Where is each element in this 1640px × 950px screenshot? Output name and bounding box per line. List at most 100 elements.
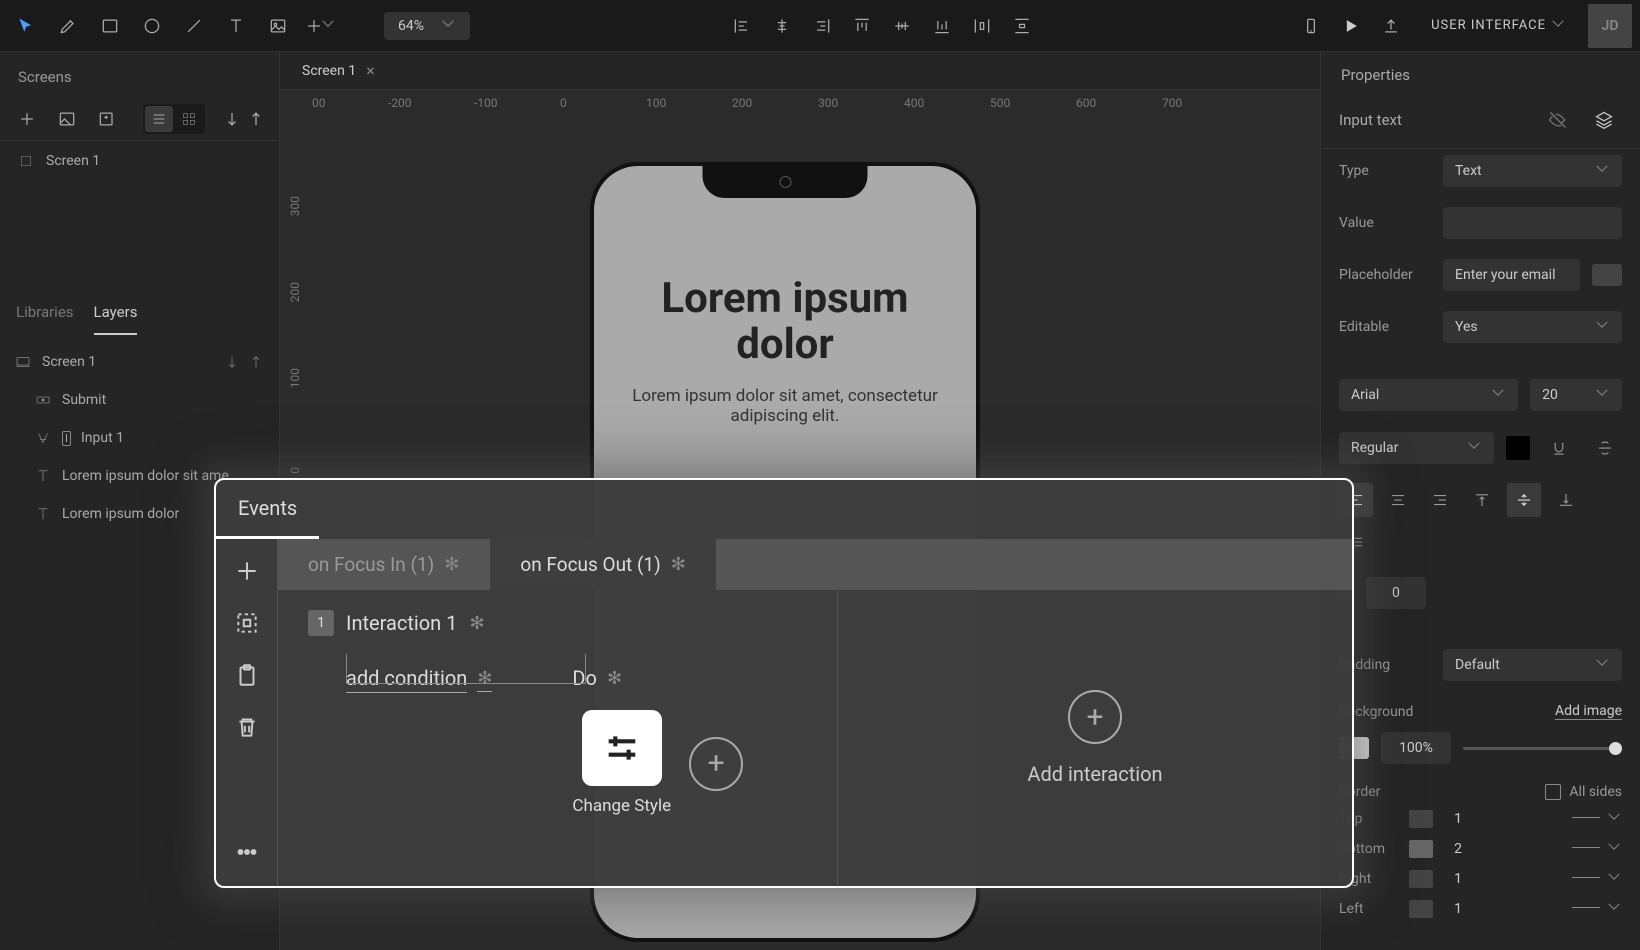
border-bottom-color[interactable] — [1409, 840, 1433, 858]
border-right-color[interactable] — [1409, 870, 1433, 888]
screens-toolbar — [0, 98, 279, 141]
border-left-color[interactable] — [1409, 900, 1433, 918]
preview-device[interactable] — [1293, 8, 1329, 44]
valign-bottom[interactable] — [1549, 483, 1583, 517]
add-interaction-column[interactable]: + Add interaction — [838, 590, 1352, 886]
gear-icon[interactable]: ✻ — [469, 613, 484, 634]
valign-top[interactable] — [1465, 483, 1499, 517]
padding-select[interactable]: Default — [1443, 649, 1622, 681]
move-down-button[interactable] — [221, 104, 243, 134]
halign-right[interactable] — [1423, 483, 1457, 517]
border-bottom-style[interactable] — [1572, 847, 1600, 857]
more-button[interactable] — [231, 836, 263, 868]
zoom-select[interactable]: 64% — [384, 12, 470, 40]
add-screen-button[interactable] — [12, 104, 42, 134]
align-vcenter[interactable] — [884, 8, 920, 44]
doc-tab-screen1[interactable]: Screen 1 × — [292, 57, 385, 84]
align-tools — [724, 8, 1040, 44]
trigger-tab-focus-out[interactable]: on Focus Out (1) ✻ — [490, 539, 717, 590]
user-avatar[interactable]: JD — [1588, 4, 1632, 48]
mock-body[interactable]: Lorem ipsum dolor sit amet, consectetur … — [624, 386, 946, 426]
all-sides-checkbox[interactable] — [1545, 784, 1561, 800]
image-tool[interactable] — [260, 8, 296, 44]
mock-heading[interactable]: Lorem ipsum dolor — [624, 276, 946, 368]
opacity-input[interactable]: 100% — [1381, 732, 1451, 764]
align-right[interactable] — [804, 8, 840, 44]
project-menu[interactable]: USER INTERFACE — [1431, 18, 1566, 33]
layer-input1[interactable]: I Input 1 — [0, 419, 279, 457]
pen-tool[interactable] — [50, 8, 86, 44]
list-view-button[interactable] — [145, 106, 173, 132]
tab-layers[interactable]: Layers — [94, 291, 138, 335]
border-right-width[interactable]: 1 — [1443, 871, 1473, 887]
strikethrough-button[interactable] — [1588, 431, 1622, 465]
gear-icon[interactable]: ✻ — [444, 554, 459, 575]
border-right-style[interactable] — [1572, 877, 1600, 887]
font-size-select[interactable]: 20 — [1530, 379, 1622, 411]
border-bottom-width[interactable]: 2 — [1443, 841, 1473, 857]
add-image-link[interactable]: Add image — [1555, 703, 1622, 720]
tab-libraries[interactable]: Libraries — [16, 291, 74, 335]
text-tool[interactable] — [218, 8, 254, 44]
action-card-label: Change Style — [572, 796, 671, 817]
border-top-color[interactable] — [1409, 810, 1433, 828]
events-sidebar — [216, 539, 278, 886]
add-action-button[interactable]: + — [689, 737, 743, 791]
border-left-style[interactable] — [1572, 907, 1600, 917]
gear-icon[interactable]: ✻ — [671, 554, 686, 575]
border-left-width[interactable]: 1 — [1443, 901, 1473, 917]
halign-center[interactable] — [1381, 483, 1415, 517]
type-select[interactable]: Text — [1443, 155, 1622, 187]
device-notch — [703, 166, 868, 198]
close-tab-icon[interactable]: × — [366, 61, 375, 80]
add-trigger-button[interactable] — [231, 555, 263, 587]
clipboard-button[interactable] — [231, 659, 263, 691]
play-button[interactable] — [1333, 8, 1369, 44]
view-toggle — [143, 104, 205, 134]
change-style-action[interactable] — [582, 710, 662, 786]
placeholder-color-chip[interactable] — [1592, 264, 1622, 286]
add-interaction-button[interactable]: + — [1068, 690, 1122, 744]
events-tab[interactable]: Events — [216, 480, 319, 539]
border-top-width[interactable]: 1 — [1443, 811, 1473, 827]
align-hcenter[interactable] — [764, 8, 800, 44]
visibility-icon[interactable] — [1540, 102, 1576, 138]
value-input[interactable] — [1443, 207, 1622, 239]
grid-view-button[interactable] — [175, 106, 203, 132]
properties-panel: Properties Input text Type Text Value Pl… — [1320, 52, 1640, 950]
distribute-h[interactable] — [964, 8, 1000, 44]
letter-spacing-input[interactable]: 0 — [1366, 577, 1426, 609]
align-top[interactable] — [844, 8, 880, 44]
font-family-select[interactable]: Arial — [1339, 379, 1518, 411]
placeholder-label: Placeholder — [1339, 267, 1431, 283]
delete-button[interactable] — [231, 711, 263, 743]
select-tool[interactable] — [8, 8, 44, 44]
gear-icon[interactable]: ✻ — [607, 668, 622, 689]
upload-button[interactable] — [1373, 8, 1409, 44]
rect-tool[interactable] — [92, 8, 128, 44]
select-elements-button[interactable] — [231, 607, 263, 639]
layer-root-screen[interactable]: Screen 1 — [0, 343, 279, 381]
align-bottom[interactable] — [924, 8, 960, 44]
editable-select[interactable]: Yes — [1443, 311, 1622, 343]
move-up-button[interactable] — [245, 104, 267, 134]
interaction-header[interactable]: 1 Interaction 1 ✻ — [308, 610, 807, 636]
add-tool[interactable] — [302, 8, 338, 44]
trigger-tab-focus-in[interactable]: on Focus In (1) ✻ — [278, 539, 490, 590]
border-top-style[interactable] — [1572, 817, 1600, 827]
align-left[interactable] — [724, 8, 760, 44]
duplicate-screen-button[interactable] — [92, 104, 122, 134]
placeholder-input[interactable]: Enter your email — [1443, 259, 1580, 291]
layer-submit[interactable]: Submit — [0, 381, 279, 419]
valign-middle[interactable] — [1507, 483, 1541, 517]
font-weight-select[interactable]: Regular — [1339, 432, 1494, 464]
opacity-slider[interactable] — [1463, 747, 1622, 750]
font-color-chip[interactable] — [1506, 436, 1530, 460]
distribute-v[interactable] — [1004, 8, 1040, 44]
layers-icon[interactable] — [1586, 102, 1622, 138]
image-screen-button[interactable] — [52, 104, 82, 134]
screen-item[interactable]: Screen 1 — [0, 141, 279, 181]
ellipse-tool[interactable] — [134, 8, 170, 44]
line-tool[interactable] — [176, 8, 212, 44]
underline-button[interactable] — [1542, 431, 1576, 465]
